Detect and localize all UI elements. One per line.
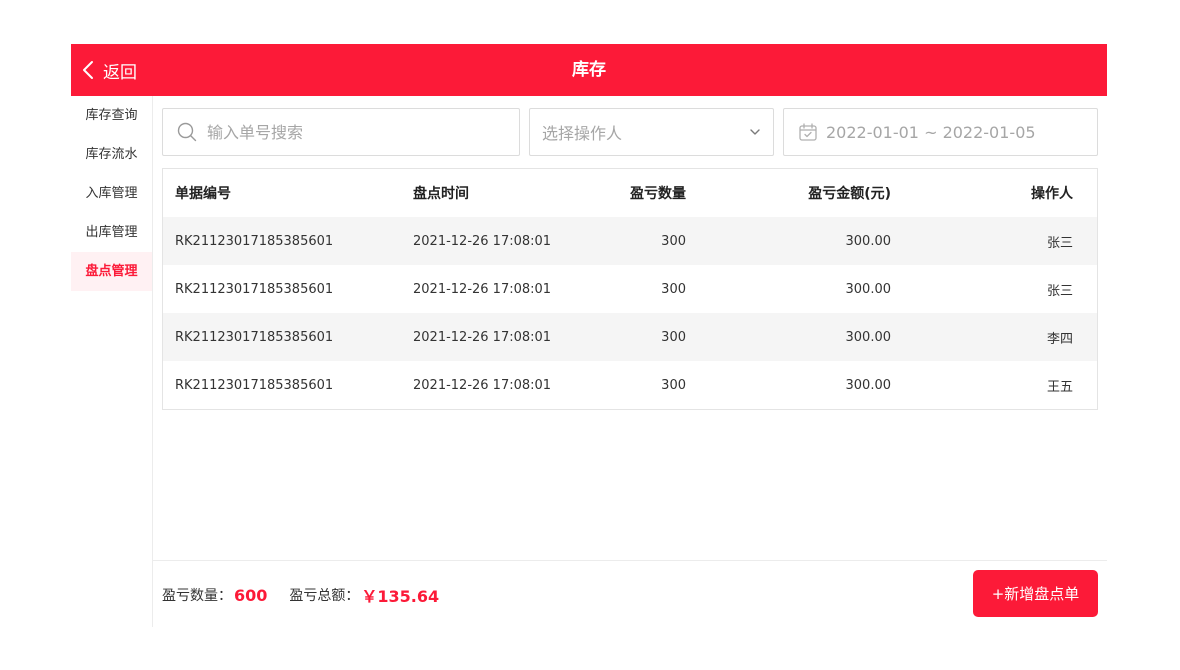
cell-qty: 300 [661,329,686,345]
filter-bar: 选择操作人 2022-01-01 ~ 2022-01-05 [162,108,1098,156]
inventory-app: 返回 库存 库存查询 库存流水 入库管理 出库管理 盘点管理 选择操作人 [71,44,1107,627]
summary: 盈亏数量： 600 盈亏总额： ￥135.64 [162,583,461,607]
cell-qty: 300 [661,377,686,393]
qty-total-value: 600 [234,585,268,605]
cell-time: 2021-12-26 17:08:01 [413,329,552,345]
cell-doc-no: RK21123017185385601 [175,329,334,345]
sidebar-item-outbound[interactable]: 出库管理 [71,213,152,252]
sidebar-item-stock-query[interactable]: 库存查询 [71,96,152,135]
cell-operator: 张三 [1046,283,1073,299]
sidebar-item-stocktake[interactable]: 盘点管理 [71,252,152,291]
amount-total-value: ￥135.64 [361,587,440,606]
cell-amount: 300.00 [845,329,892,345]
cell-doc-no: RK21123017185385601 [175,377,334,393]
table-row[interactable]: RK21123017185385601 2021-12-26 17:08:01 … [163,217,1097,265]
add-stocktake-button[interactable]: +新增盘点单 [973,570,1098,617]
operator-select-label: 选择操作人 [542,124,623,143]
summary-footer: 盈亏数量： 600 盈亏总额： ￥135.64 +新增盘点单 [153,560,1107,627]
cell-operator: 李四 [1046,331,1073,347]
sidebar-item-inbound[interactable]: 入库管理 [71,174,152,213]
cell-amount: 300.00 [845,233,892,249]
table-row[interactable]: RK21123017185385601 2021-12-26 17:08:01 … [163,265,1097,313]
column-header-time: 盘点时间 [413,186,469,202]
amount-total-label: 盈亏总额： [289,588,360,604]
column-header-doc-no: 单据编号 [175,186,231,202]
cell-amount: 300.00 [845,281,892,297]
date-range-picker[interactable]: 2022-01-01 ~ 2022-01-05 [783,108,1098,156]
page-title: 库存 [572,60,606,80]
table-row[interactable]: RK21123017185385601 2021-12-26 17:08:01 … [163,313,1097,361]
cell-time: 2021-12-26 17:08:01 [413,233,552,249]
calendar-icon [799,123,817,141]
stocktake-table: 单据编号 盘点时间 盈亏数量 盈亏金额(元) 操作人 RK21123017185… [162,168,1098,410]
search-box [162,108,520,156]
date-range-value: 2022-01-01 ~ 2022-01-05 [826,122,1036,142]
cell-operator: 张三 [1046,235,1073,251]
column-header-operator: 操作人 [1031,186,1073,202]
sidebar: 库存查询 库存流水 入库管理 出库管理 盘点管理 [71,96,153,627]
sidebar-item-stock-flow[interactable]: 库存流水 [71,135,152,174]
cell-time: 2021-12-26 17:08:01 [413,281,552,297]
main-content: 选择操作人 2022-01-01 ~ 2022-01-05 单据编号 [153,96,1107,627]
column-header-amount: 盈亏金额(元) [808,186,891,202]
table-header-row: 单据编号 盘点时间 盈亏数量 盈亏金额(元) 操作人 [163,169,1097,217]
search-input[interactable] [207,122,507,142]
table-row[interactable]: RK21123017185385601 2021-12-26 17:08:01 … [163,361,1097,409]
cell-time: 2021-12-26 17:08:01 [413,377,552,393]
cell-qty: 300 [661,281,686,297]
cell-operator: 王五 [1046,379,1073,395]
search-icon [177,122,197,142]
qty-total-label: 盈亏数量： [162,588,232,604]
cell-doc-no: RK21123017185385601 [175,281,334,297]
top-bar: 返回 库存 [71,44,1107,96]
column-header-qty: 盈亏数量 [630,186,686,202]
cell-doc-no: RK21123017185385601 [175,233,334,249]
cell-qty: 300 [661,233,686,249]
cell-amount: 300.00 [845,377,892,393]
operator-select[interactable]: 选择操作人 [529,108,774,156]
chevron-down-icon [750,129,760,135]
